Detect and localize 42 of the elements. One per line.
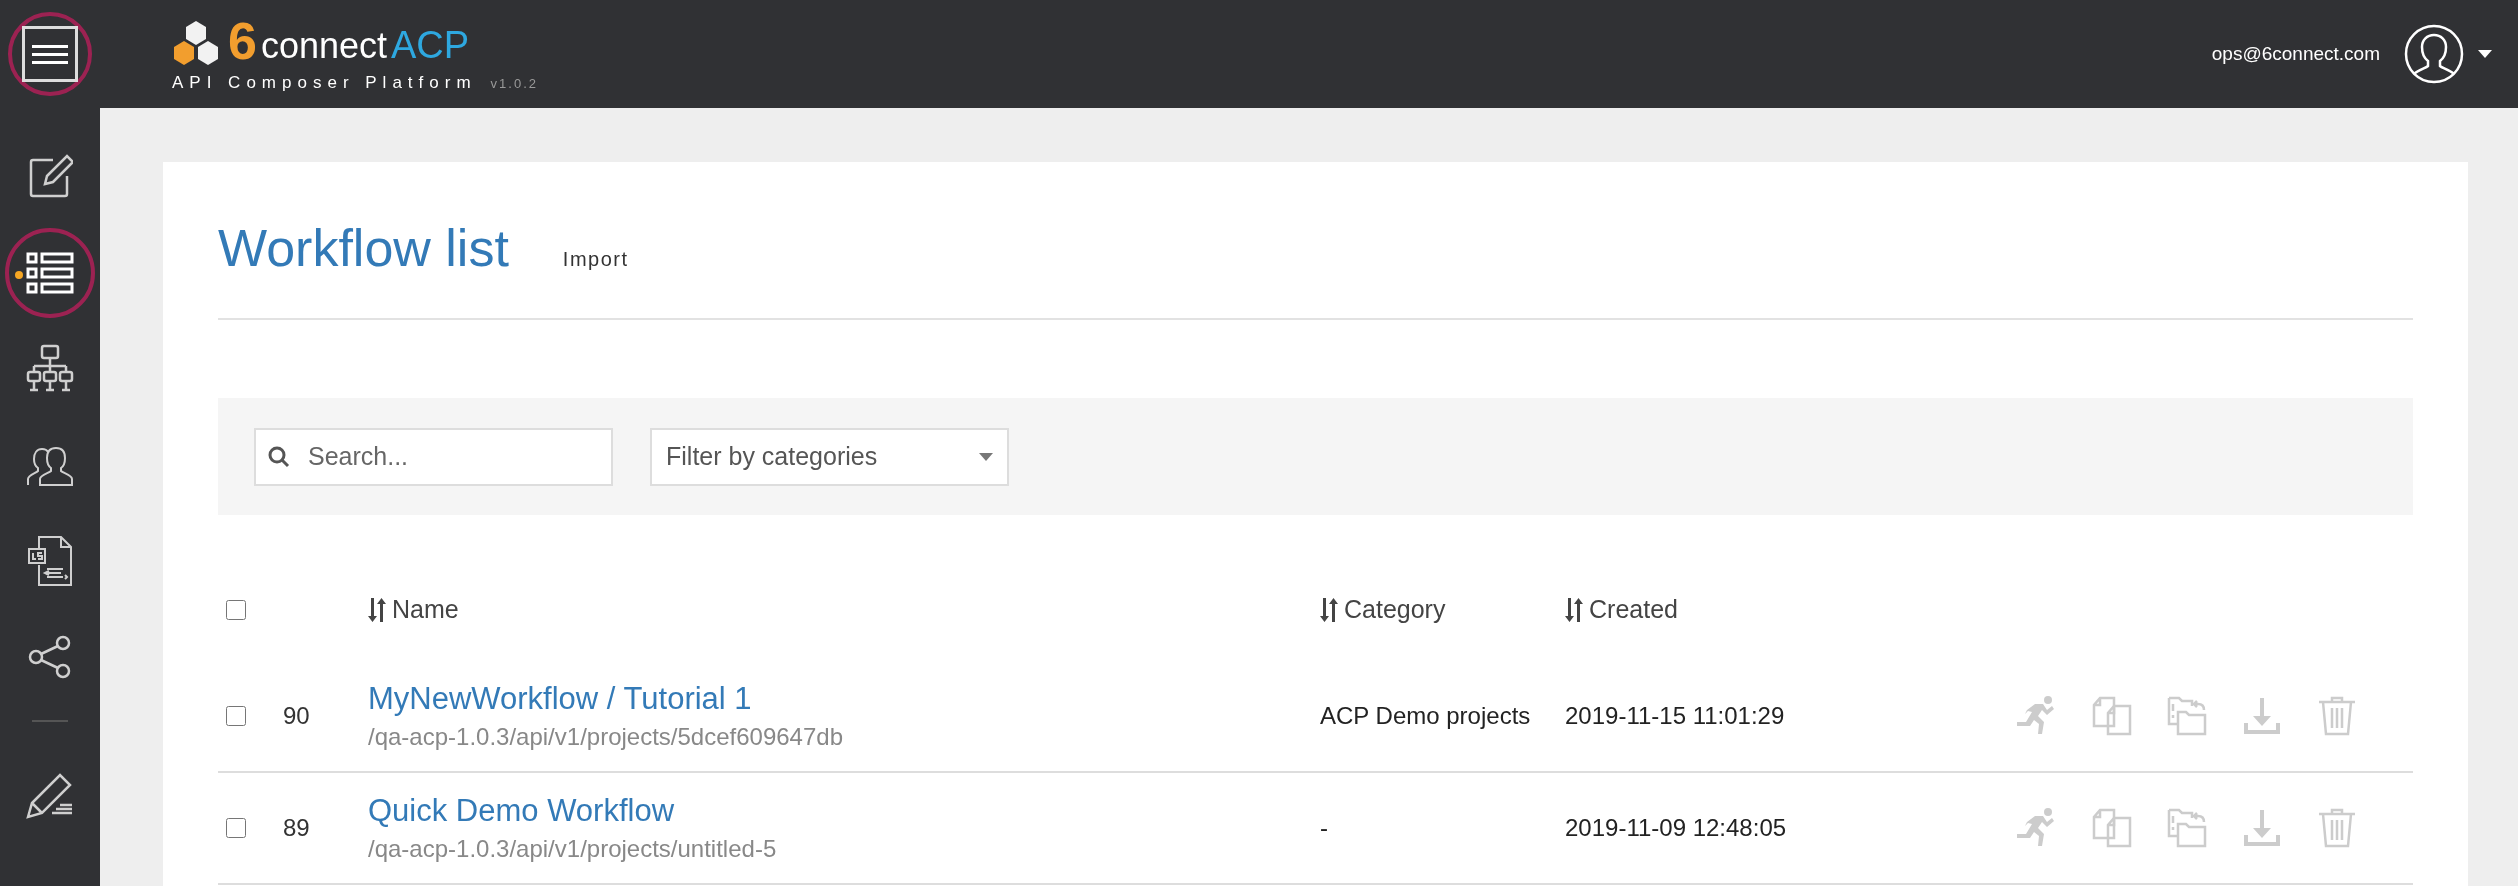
caret-icon[interactable] xyxy=(2478,50,2492,58)
user-email: ops@6connect.com xyxy=(2211,43,2380,65)
avatar-icon[interactable] xyxy=(2404,24,2464,84)
menu-button[interactable] xyxy=(8,12,92,96)
menu-icon xyxy=(22,26,78,82)
sidebar-item[interactable] xyxy=(5,228,95,318)
pen-icon xyxy=(26,771,74,819)
column-header[interactable]: Name xyxy=(392,595,459,624)
row-id: 89 xyxy=(283,814,311,842)
category-dropdown[interactable]: Filter by categories xyxy=(650,427,1009,486)
search-field[interactable]: Search... xyxy=(254,427,613,486)
workflow-link[interactable]: Quick Demo Workflow xyxy=(368,793,1320,829)
created-cell-text: 2019-11-15 11:01:29 xyxy=(1565,702,1786,730)
row-checkbox[interactable] xyxy=(226,818,246,838)
logo-word: connect xyxy=(260,28,387,67)
tagline: API Composer Platform xyxy=(172,73,477,93)
share-icon xyxy=(27,634,73,680)
caret-icon xyxy=(979,452,993,461)
logo-product: ACP xyxy=(391,26,470,67)
sort-icon[interactable] xyxy=(368,597,386,622)
category-cell-text: ACP Demo projects xyxy=(1320,702,1532,730)
version-label: v1.0.2 xyxy=(490,76,538,91)
workflow-link[interactable]: MyNewWorkflow / Tutorial 1 xyxy=(368,681,1320,717)
page-title: Workflow list xyxy=(218,218,509,278)
sort-icon[interactable] xyxy=(1565,597,1583,622)
list-icon xyxy=(26,252,74,294)
workflow-path: /qa-acp-1.0.3/api/v1/projects/untitled-5 xyxy=(368,835,778,863)
workflow-path: /qa-acp-1.0.3/api/v1/projects/5dcef609647db xyxy=(368,723,844,751)
edit-icon xyxy=(27,154,73,200)
row-id: 90 xyxy=(283,702,311,730)
script-file-icon xyxy=(27,535,73,587)
row-checkbox[interactable] xyxy=(226,706,246,726)
search-icon xyxy=(268,445,290,468)
created-cell-text: 2019-11-09 12:48:05 xyxy=(1565,814,1788,842)
hierarchy-icon xyxy=(26,344,74,394)
sort-icon[interactable] xyxy=(1320,597,1338,622)
column-header[interactable]: Created xyxy=(1589,595,1678,624)
import-link[interactable]: Import xyxy=(562,248,629,271)
column-header[interactable]: Category xyxy=(1344,595,1446,624)
select-all-checkbox[interactable] xyxy=(226,599,246,620)
category-cell-text: - xyxy=(1320,814,1329,842)
logo-number: 6 xyxy=(228,15,257,67)
